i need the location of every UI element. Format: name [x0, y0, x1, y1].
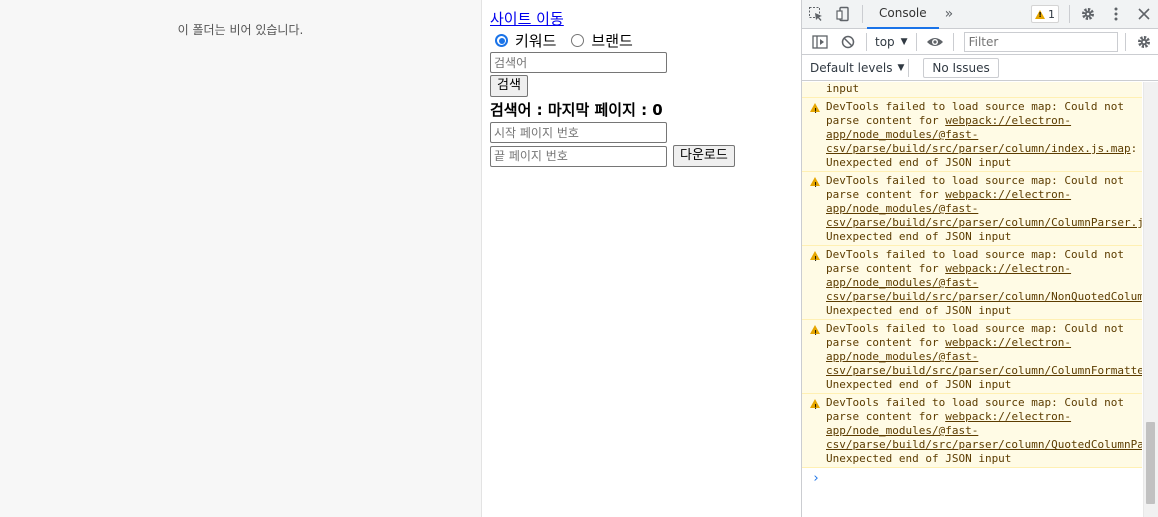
- console-levels-bar: Default levels ▼ No Issues: [802, 55, 1158, 81]
- warning-count-badge[interactable]: 1: [1031, 5, 1059, 23]
- dropdown-arrow-icon: ▼: [900, 36, 908, 47]
- more-options-icon[interactable]: [1102, 0, 1130, 28]
- context-selector[interactable]: top ▼: [871, 35, 912, 49]
- console-settings-icon[interactable]: [1130, 28, 1158, 56]
- site-link[interactable]: 사이트 이동: [490, 9, 801, 29]
- live-expression-eye-icon[interactable]: [921, 28, 949, 56]
- toolbar-divider: [1125, 32, 1126, 51]
- toolbar-divider: [908, 58, 910, 77]
- toolbar-divider: [952, 32, 954, 51]
- inspect-element-icon[interactable]: [802, 0, 830, 28]
- console-toolbar: top ▼: [802, 29, 1158, 55]
- toolbar-divider: [862, 5, 863, 23]
- dropdown-arrow-icon: ▼: [897, 62, 905, 73]
- console-filter-input[interactable]: [963, 31, 1118, 52]
- warning-icon: [810, 325, 820, 340]
- end-page-input[interactable]: [490, 145, 667, 167]
- console-warning-message: DevTools failed to load source map: Coul…: [802, 246, 1142, 320]
- toolbar-divider: [915, 32, 917, 51]
- scrollbar-thumb[interactable]: [1146, 422, 1155, 504]
- warning-icon: [810, 251, 820, 266]
- empty-folder-message: 이 폴더는 비어 있습니다.: [177, 23, 304, 37]
- sidebar-toggle-icon[interactable]: [806, 28, 834, 56]
- app-page: 사이트 이동 키워드 브랜드 검색 검색어 : 마지막 페이지 : 0 다운로드: [483, 0, 801, 517]
- prompt-chevron-icon: ›: [812, 471, 820, 486]
- warning-icon: [810, 177, 820, 192]
- devtools-tab-bar: Console » 1: [802, 0, 1158, 29]
- log-levels-dropdown[interactable]: Default levels ▼: [810, 61, 904, 75]
- console-prompt[interactable]: ›: [802, 468, 1142, 490]
- download-button[interactable]: 다운로드: [673, 145, 735, 167]
- settings-gear-icon[interactable]: [1074, 0, 1102, 28]
- toolbar-divider: [1069, 5, 1070, 23]
- search-input[interactable]: [490, 52, 667, 73]
- console-scrollbar[interactable]: [1143, 82, 1158, 517]
- device-toolbar-icon[interactable]: [830, 0, 858, 28]
- radio-keyword[interactable]: [495, 34, 508, 47]
- start-page-input[interactable]: [490, 122, 667, 143]
- devtools-panel: Console » 1 top: [801, 0, 1158, 517]
- console-warning-message: DevTools failed to load source map: Coul…: [802, 98, 1142, 172]
- console-warning-message: DevTools failed to load source map: Coul…: [802, 394, 1142, 468]
- console-warning-message: DevTools failed to load source map: Coul…: [802, 172, 1142, 246]
- radio-keyword-label[interactable]: 키워드: [515, 30, 556, 51]
- message-text: input: [826, 82, 860, 95]
- file-explorer-pane: 이 폴더는 비어 있습니다.: [0, 0, 482, 517]
- warning-icon: [810, 399, 820, 414]
- radio-brand-label[interactable]: 브랜드: [591, 30, 632, 51]
- warning-icon: [810, 103, 820, 118]
- toolbar-divider: [866, 32, 867, 51]
- search-status-text: 검색어 : 마지막 페이지 : 0: [490, 101, 663, 119]
- close-icon[interactable]: [1130, 0, 1158, 28]
- tab-console[interactable]: Console: [867, 0, 939, 29]
- warning-icon: [1035, 9, 1045, 19]
- warning-count: 1: [1048, 7, 1055, 21]
- log-levels-label: Default levels: [810, 60, 893, 75]
- search-button[interactable]: 검색: [490, 75, 528, 97]
- console-messages: input DevTools failed to load source map…: [802, 82, 1142, 517]
- radio-brand[interactable]: [571, 34, 585, 47]
- clear-console-icon[interactable]: [834, 28, 862, 56]
- console-warning-message: DevTools failed to load source map: Coul…: [802, 320, 1142, 394]
- console-message-partial: input: [802, 82, 1142, 98]
- context-label: top: [875, 34, 895, 49]
- issues-button[interactable]: No Issues: [923, 57, 999, 78]
- more-tabs-icon[interactable]: »: [939, 6, 960, 22]
- search-type-radio-group: 키워드 브랜드: [490, 30, 801, 51]
